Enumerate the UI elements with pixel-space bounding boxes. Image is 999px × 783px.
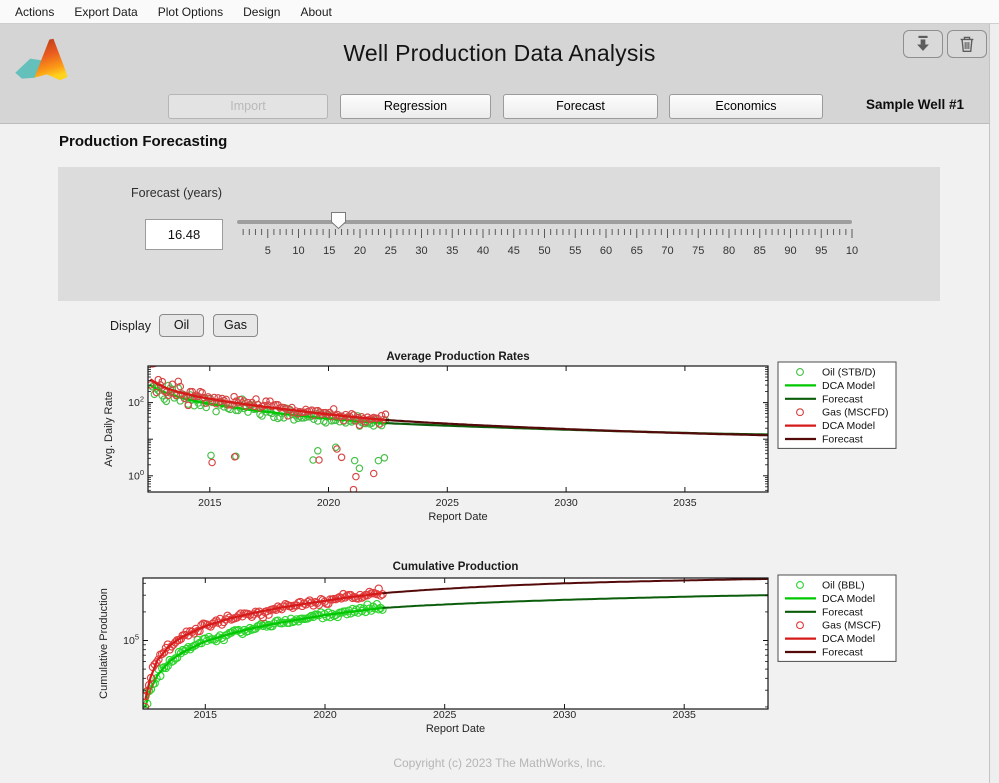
legend: Oil (BBL)DCA ModelForecastGas (MSCF)DCA … <box>778 575 896 661</box>
well-name-label: Sample Well #1 <box>845 97 985 112</box>
chart-svg: 2015 2020 2025 2030 2035 105 Cumulative Produc… <box>0 554 999 744</box>
slider-tick-label: 20 <box>354 245 366 257</box>
app-window: Actions Export Data Plot Options Design … <box>0 0 999 783</box>
forecast-years-label: Forecast (years) <box>131 186 222 200</box>
slider-tick-label: 40 <box>477 245 489 257</box>
x-tick-label: 2035 <box>673 709 697 721</box>
forecast-slider-track[interactable] <box>237 220 852 224</box>
slider-tick-label: 75 <box>692 245 704 257</box>
copyright-text: Copyright (c) 2023 The MathWorks, Inc. <box>0 756 999 770</box>
forecast-tab-button[interactable]: Forecast <box>503 94 658 119</box>
import-data-button[interactable] <box>903 30 943 58</box>
slider-tick-label: 45 <box>508 245 520 257</box>
y-axis-label: Cumulative Production <box>98 588 110 699</box>
x-axis-label: Report Date <box>428 511 487 523</box>
legend-entry-label: Forecast <box>822 393 863 405</box>
slider-tick-label: 70 <box>661 245 673 257</box>
legend: Oil (STB/D)DCA ModelForecastGas (MSCFD)D… <box>778 362 896 448</box>
x-tick-label: 2030 <box>554 497 578 509</box>
x-tick-label: 2020 <box>313 709 337 721</box>
cumulative-chart: 2015 2020 2025 2030 2035 105 Cumulative Produc… <box>0 554 999 749</box>
legend-entry-label: DCA Model <box>822 593 875 605</box>
legend-entry-label: DCA Model <box>822 380 875 392</box>
slider-tick-label: 30 <box>415 245 427 257</box>
import-tab-button[interactable]: Import <box>168 94 328 119</box>
forecast-panel: Forecast (years) 5 10 15 20 25 30 35 40 45 50 55 60… <box>58 167 940 301</box>
slider-tick-label: 35 <box>446 245 458 257</box>
menu-bar: Actions Export Data Plot Options Design … <box>0 0 999 24</box>
y-tick-label: 105 <box>123 633 139 648</box>
menu-design[interactable]: Design <box>233 2 290 22</box>
x-tick-label: 2015 <box>198 497 222 509</box>
menu-plot-options[interactable]: Plot Options <box>148 2 233 22</box>
regression-tab-button[interactable]: Regression <box>340 94 491 119</box>
app-header: Well Production Data Analysis Import Reg… <box>0 24 999 124</box>
slider-tick-label: 90 <box>784 245 796 257</box>
forecast-slider-ticks: 5 10 15 20 25 30 35 40 45 50 55 60 65 70 75 80 85 90 95 10 <box>234 228 874 262</box>
slider-tick-label: 60 <box>600 245 612 257</box>
x-tick-label: 2015 <box>194 709 218 721</box>
x-tick-label: 2025 <box>433 709 457 721</box>
legend-entry-label: Gas (MSCF) <box>822 620 881 632</box>
forecast-slider-thumb[interactable] <box>331 212 346 229</box>
menu-about[interactable]: About <box>290 2 341 22</box>
trash-icon <box>956 34 978 54</box>
legend-entry-label: Oil (BBL) <box>822 580 865 592</box>
legend-entry-label: Forecast <box>822 647 863 659</box>
legend-entry-label: Forecast <box>822 434 863 446</box>
slider-tick-label: 10 <box>292 245 304 257</box>
economics-tab-button[interactable]: Economics <box>669 94 823 119</box>
legend-entry-label: Oil (STB/D) <box>822 367 876 379</box>
chart-svg: 2015 2020 2025 2030 2035 100 102 Average Produc… <box>0 348 999 530</box>
slider-tick-label: 10 <box>846 245 858 257</box>
slider-tick-label: 95 <box>815 245 827 257</box>
x-tick-label: 2025 <box>436 497 460 509</box>
chart-title: Cumulative Production <box>393 561 519 573</box>
x-axis-label: Report Date <box>426 723 485 735</box>
import-data-icon <box>912 34 934 54</box>
legend-entry-label: DCA Model <box>822 633 875 645</box>
forecast-years-input[interactable] <box>145 219 223 250</box>
section-title: Production Forecasting <box>59 133 227 150</box>
slider-tick-label: 80 <box>723 245 735 257</box>
display-label: Display <box>110 319 151 333</box>
slider-tick-label: 25 <box>385 245 397 257</box>
x-tick-label: 2030 <box>553 709 577 721</box>
right-gutter <box>989 24 999 783</box>
legend-entry-label: DCA Model <box>822 420 875 432</box>
gas-toggle-button[interactable]: Gas <box>213 314 258 337</box>
y-axis-label: Avg. Daily Rate <box>103 391 115 467</box>
slider-tick-label: 65 <box>631 245 643 257</box>
y-tick-label: 100 <box>128 468 144 483</box>
chart-title: Average Production Rates <box>386 351 529 363</box>
legend-entry-label: Gas (MSCFD) <box>822 407 889 419</box>
slider-tick-label: 55 <box>569 245 581 257</box>
y-tick-label: 102 <box>128 395 144 410</box>
menu-export-data[interactable]: Export Data <box>64 2 147 22</box>
x-tick-label: 2035 <box>673 497 697 509</box>
slider-tick-label: 85 <box>754 245 766 257</box>
legend-entry-label: Forecast <box>822 606 863 618</box>
oil-toggle-button[interactable]: Oil <box>159 314 204 337</box>
page-title: Well Production Data Analysis <box>0 40 999 67</box>
slider-tick-label: 5 <box>265 245 271 257</box>
menu-actions[interactable]: Actions <box>5 2 64 22</box>
slider-tick-label: 50 <box>538 245 550 257</box>
delete-button[interactable] <box>947 30 987 58</box>
slider-tick-label: 15 <box>323 245 335 257</box>
rates-chart: 2015 2020 2025 2030 2035 100 102 Average Produc… <box>0 348 999 535</box>
x-tick-label: 2020 <box>317 497 341 509</box>
